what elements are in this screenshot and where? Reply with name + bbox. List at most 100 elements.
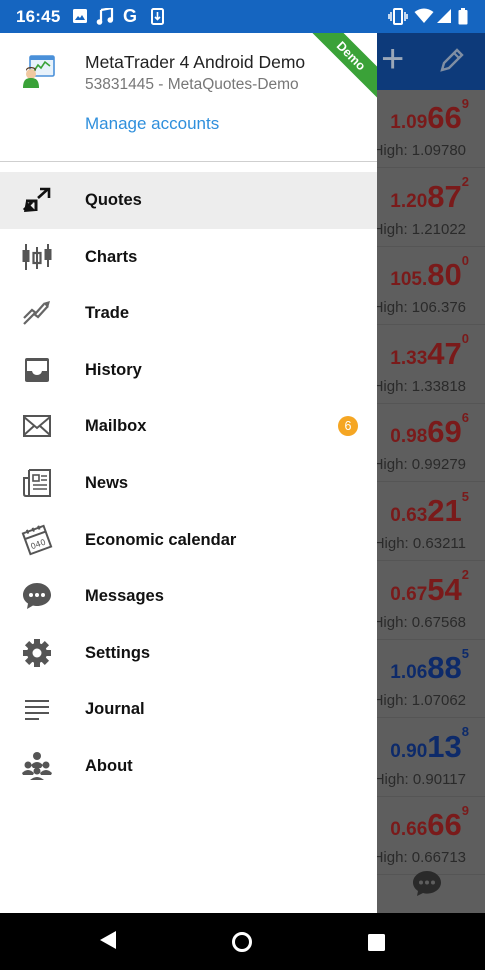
edit-pencil-icon [439,47,465,78]
quotes-app-bar: + [377,33,485,90]
price-fraction: 5 [461,488,469,504]
quote-row: 1.06885 High: 1.07062 [377,640,485,719]
add-symbol-icon: + [381,37,405,81]
price-fraction: 0 [461,252,469,268]
price-fraction: 9 [461,95,469,111]
manage-accounts-link[interactable]: Manage accounts [85,114,219,134]
status-bar: 16:45 G [0,0,485,33]
menu-label: Messages [85,587,164,606]
mailbox-unread-badge: 6 [338,416,358,437]
recents-icon[interactable] [368,934,385,956]
system-nav-bar [0,913,485,970]
price-fraction: 9 [461,803,469,819]
price-pips: 47 [427,335,462,371]
price-prefix: 1.20 [390,190,428,212]
menu-label: Charts [85,247,138,266]
price-pips: 80 [427,257,462,293]
mail-envelope-icon [21,411,53,441]
home-icon[interactable] [231,931,253,958]
navigation-drawer: MetaTrader 4 Android Demo 53831445 - Met… [0,33,377,913]
price-fraction: 6 [461,410,469,426]
menu-item-messages[interactable]: Messages [0,568,377,625]
quote-bid-price: 1.33470 [390,331,469,372]
quote-row: 1.33470 High: 1.33818 [377,326,485,404]
quote-bid-price: 1.09669 [390,96,469,136]
price-pips: 88 [427,650,462,686]
quote-bid-price: 0.63215 [390,489,469,529]
price-prefix: 1.09 [390,112,428,133]
price-pips: 69 [427,414,462,450]
menu-item-charts[interactable]: Charts [0,229,377,286]
price-pips: 66 [427,807,462,843]
quote-bid-price: 0.67542 [390,567,469,608]
history-inbox-icon [21,355,53,385]
signal-icon [436,8,452,29]
quote-high: High: 0.90117 [377,770,466,788]
menu-label: Quotes [85,191,142,209]
about-icon [21,751,53,781]
menu-label: Economic calendar [85,530,237,549]
newspaper-icon [21,468,53,498]
drawer-menu: Quotes Charts Trade History Mailbox 6 Ne… [0,172,377,795]
menu-label: Trade [85,304,130,323]
quote-row: 0.98696 High: 0.99279 [377,404,485,483]
menu-item-quotes[interactable]: Quotes [0,172,377,229]
price-pips: 21 [427,493,462,528]
menu-label: About [85,756,133,775]
quote-bid-price: 1.20872 [390,174,469,215]
account-avatar-icon [22,54,56,88]
menu-item-mailbox[interactable]: Mailbox 6 [0,398,377,455]
menu-label: Mailbox [85,417,147,436]
quote-row: 105.800 High: 106.376 [377,247,485,326]
vibrate-icon [388,8,408,30]
quote-row: 1.20872 High: 1.21022 [377,169,485,247]
menu-label: History [85,360,142,379]
journal-lines-icon [21,694,53,724]
account-name: MetaTrader 4 Android Demo [85,52,306,72]
menu-item-settings[interactable]: Settings [0,625,377,682]
quote-high: High: 1.09780 [377,142,466,159]
quote-high: High: 0.99279 [377,456,466,474]
quote-bid-price: 105.800 [390,253,469,293]
google-icon: G [123,6,138,26]
battery-icon [458,8,468,30]
price-fraction: 8 [461,724,469,740]
quote-row: 0.90138 High: 0.90117 [377,719,485,797]
account-number-server: 53831445 - MetaQuotes-Demo [85,76,299,93]
quote-row: 0.63215 High: 0.63211 [377,483,485,561]
price-pips: 54 [427,571,462,607]
quote-high: High: 1.07062 [377,692,466,710]
quote-high: High: 1.33818 [377,377,466,395]
price-pips: 87 [427,178,462,214]
download-icon [151,8,164,30]
status-time: 16:45 [16,7,61,26]
price-prefix: 0.90 [390,740,428,762]
quote-row: 0.67542 High: 0.67568 [377,562,485,640]
menu-item-journal[interactable]: Journal [0,681,377,738]
quote-row: 1.09669 High: 1.09780 [377,90,485,168]
menu-item-trade[interactable]: Trade [0,285,377,342]
price-prefix: 0.98 [390,426,428,448]
back-icon[interactable] [98,930,118,955]
quote-bid-price: 0.66669 [390,803,469,843]
price-prefix: 1.06 [390,662,428,684]
quote-bid-price: 0.90138 [390,724,469,765]
price-prefix: 0.67 [390,583,428,605]
quote-high: High: 106.376 [377,299,466,317]
menu-item-about[interactable]: About [0,738,377,795]
demo-ribbon: Demo [309,33,377,98]
chat-fab [377,857,485,913]
menu-label: News [85,473,129,492]
gear-icon [21,638,53,668]
price-prefix: 0.63 [390,505,428,526]
account-header[interactable]: MetaTrader 4 Android Demo 53831445 - Met… [0,33,377,161]
price-pips: 66 [427,100,462,135]
calendar-icon: 040 [21,524,53,555]
menu-item-news[interactable]: News [0,455,377,512]
quote-high: High: 0.63211 [377,535,466,552]
quote-high: High: 1.21022 [377,220,466,238]
drawer-divider [0,161,377,162]
quote-high: High: 0.67568 [377,613,466,631]
menu-item-economic-calendar[interactable]: 040 Economic calendar [0,512,377,569]
menu-item-history[interactable]: History [0,342,377,399]
